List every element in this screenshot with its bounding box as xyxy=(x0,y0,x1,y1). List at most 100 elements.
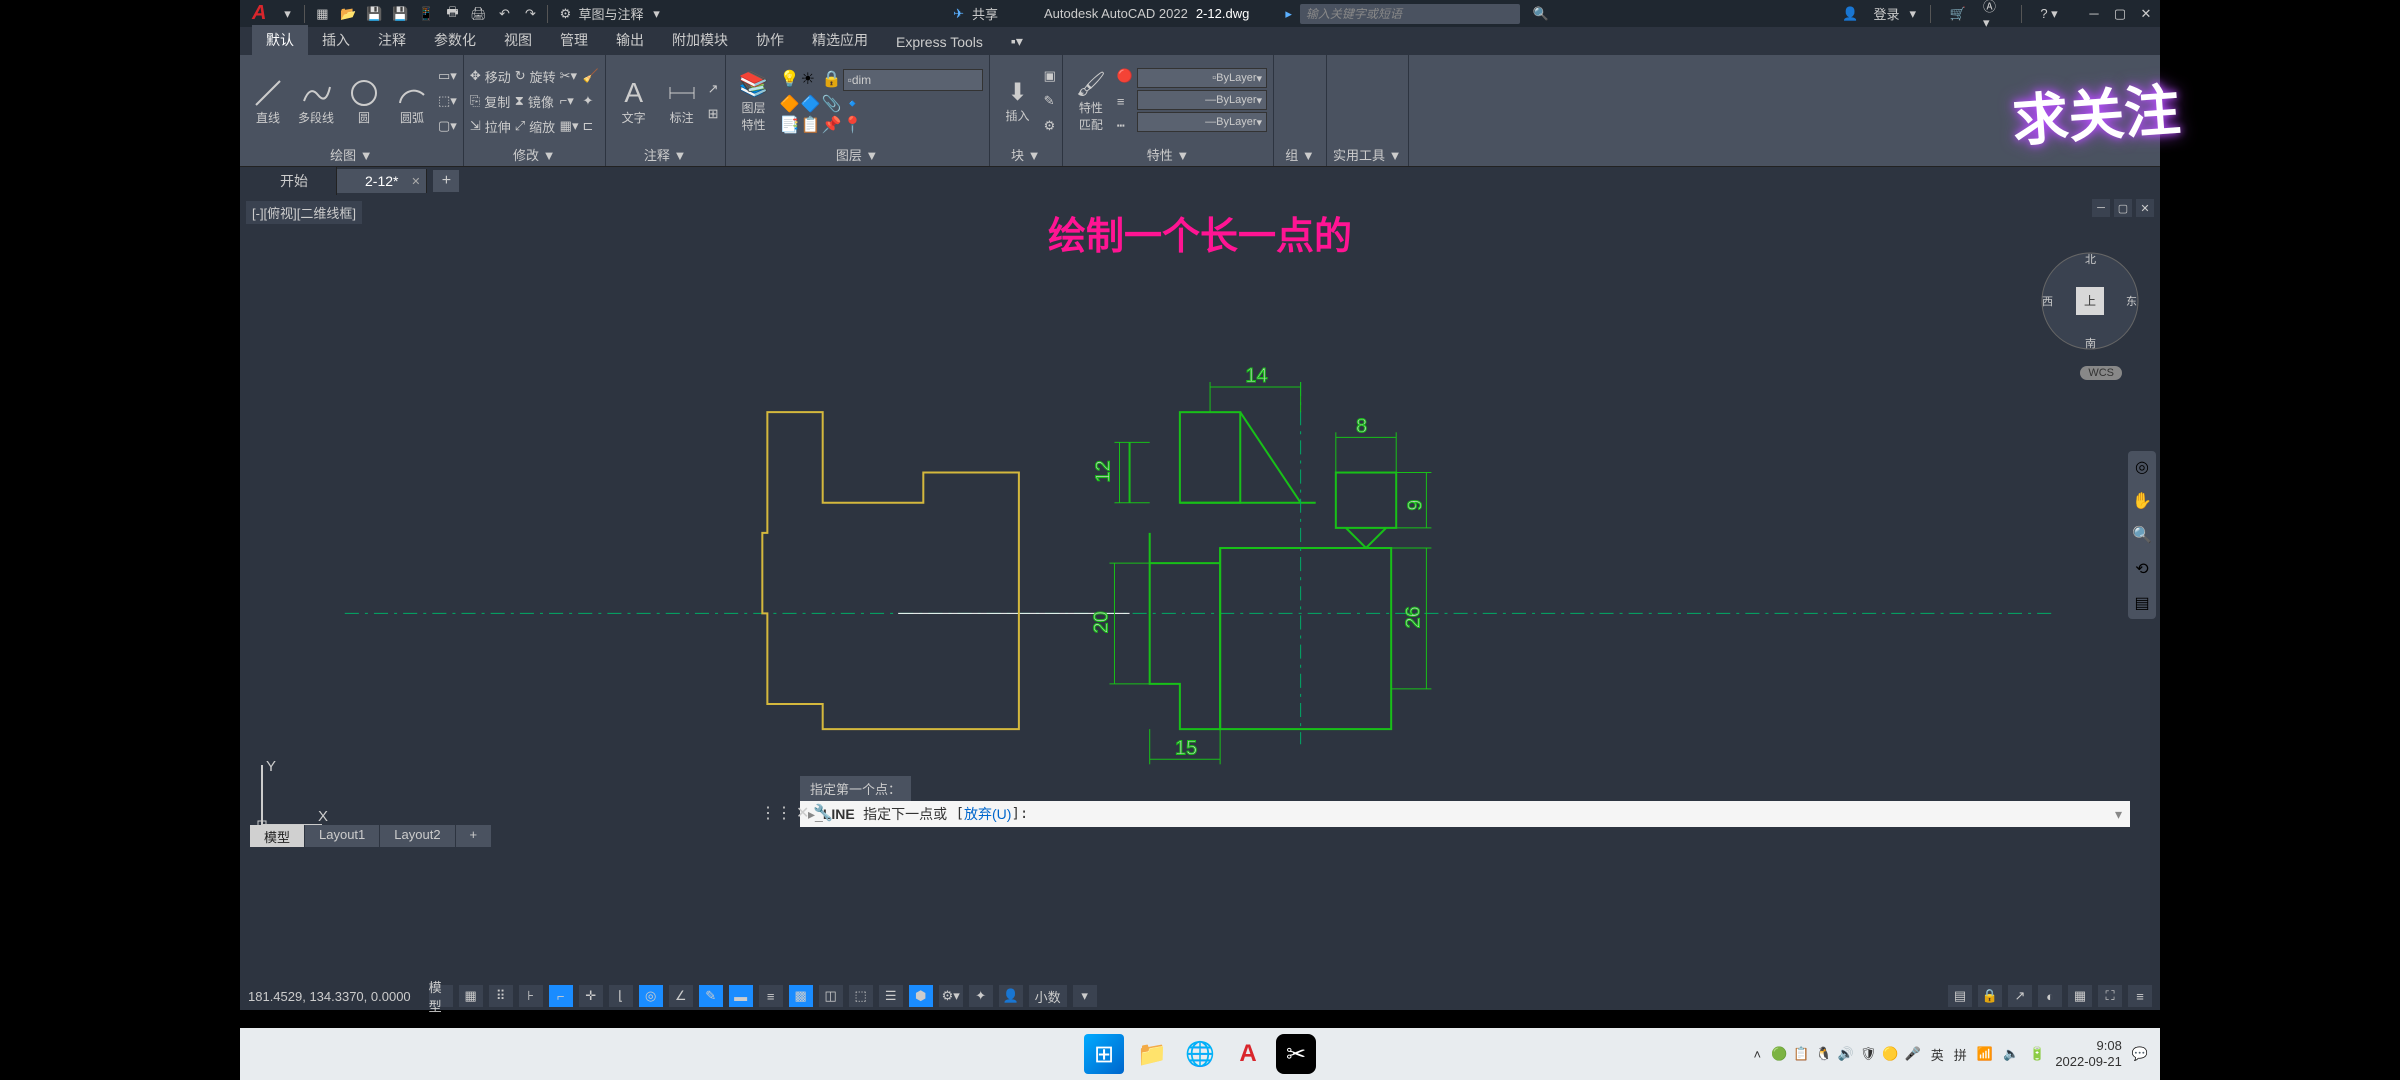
panel-label-util[interactable]: 实用工具 ▼ xyxy=(1333,143,1401,166)
erase-icon[interactable]: 🧹 xyxy=(582,65,598,87)
scale-button[interactable]: ⤢ 缩放 xyxy=(515,115,556,137)
lw-icon[interactable]: ▬ xyxy=(729,985,753,1007)
ribbon-tab-default[interactable]: 默认 xyxy=(252,25,308,55)
array-icon[interactable]: ▦▾ xyxy=(560,115,579,137)
nav-orbit-icon[interactable]: ⟲ xyxy=(2135,559,2148,579)
file-tab-close-icon[interactable]: ✕ xyxy=(411,175,420,188)
trim-icon[interactable]: ✂▾ xyxy=(560,65,579,87)
ribbon-tab-annotate[interactable]: 注释 xyxy=(364,25,420,55)
wifi-icon[interactable]: 📶 xyxy=(1977,1046,1993,1062)
ribbon-tab-collab[interactable]: 协作 xyxy=(742,25,798,55)
nav-zoom-icon[interactable]: 🔍 xyxy=(2132,525,2152,545)
workspace-dd-icon[interactable]: ▾ xyxy=(645,3,667,25)
workspace-icon[interactable]: ⚙ xyxy=(554,3,576,25)
help-icon[interactable]: ? ▾ xyxy=(2038,3,2060,25)
2d-icon[interactable]: ✎ xyxy=(699,985,723,1007)
ribbon-tab-manage[interactable]: 管理 xyxy=(546,25,602,55)
open-icon[interactable]: 📂 xyxy=(337,3,359,25)
minimize-button[interactable]: ─ xyxy=(2084,4,2104,24)
iso-icon[interactable]: ⌊ xyxy=(609,985,633,1007)
print-icon[interactable]: 🖨 xyxy=(467,3,489,25)
layer-freeze-icon[interactable]: ☀ xyxy=(801,69,819,87)
custom-icon[interactable]: ≡ xyxy=(2128,985,2152,1007)
panel-label-group[interactable]: 组 ▼ xyxy=(1280,143,1320,166)
save-icon[interactable]: 💾 xyxy=(363,3,385,25)
layer-dropdown[interactable]: ▫ dim xyxy=(843,69,983,91)
plot-icon[interactable]: 🖶 xyxy=(441,3,463,25)
saveas-icon[interactable]: 💾 xyxy=(389,3,411,25)
gizmo-icon[interactable]: ⬢ xyxy=(909,985,933,1007)
layout-tab-2[interactable]: Layout2 xyxy=(380,825,455,847)
nav-wheel-icon[interactable]: ◎ xyxy=(2135,457,2149,477)
viewcube[interactable]: 北 南 东 西 上 xyxy=(2040,251,2140,351)
color-icon[interactable]: 🔴 xyxy=(1117,65,1133,87)
line-button[interactable]: 直线 xyxy=(246,77,290,126)
trans-icon[interactable]: ≡ xyxy=(759,985,783,1007)
filter-icon[interactable]: ☰ xyxy=(879,985,903,1007)
tray-volume-icon[interactable]: 🔊 xyxy=(1838,1046,1854,1062)
rect-icon[interactable]: ▭▾ xyxy=(438,65,457,87)
stretch-button[interactable]: ⇲ 拉伸 xyxy=(470,115,511,137)
panel-label-layers[interactable]: 图层 ▼ xyxy=(732,143,983,166)
tray-icon2[interactable]: 📋 xyxy=(1793,1046,1809,1062)
tray-icon5[interactable]: 🛡 xyxy=(1860,1046,1877,1062)
tray-chevron-icon[interactable]: ˄ xyxy=(1753,1047,1761,1062)
lweight-dropdown[interactable]: — ByLayer ▾ xyxy=(1137,90,1267,110)
panel-label-annot[interactable]: 注释 ▼ xyxy=(612,143,719,166)
tray-mic-icon[interactable]: 🎤 xyxy=(1905,1046,1921,1062)
decimal-button[interactable]: 小数 xyxy=(1029,985,1067,1007)
block-icon3[interactable]: ⚙ xyxy=(1044,115,1056,137)
iso2-icon[interactable]: ↗ xyxy=(2008,985,2032,1007)
panel-label-draw[interactable]: 绘图 ▼ xyxy=(246,143,457,166)
speaker-icon[interactable]: 🔈 xyxy=(2003,1046,2019,1062)
autocad-taskbar-icon[interactable]: A xyxy=(1228,1034,1268,1074)
dropdown-icon[interactable]: ▾ xyxy=(276,3,298,25)
ribbon-tab-insert[interactable]: 插入 xyxy=(308,25,364,55)
file-tab-start[interactable]: 开始 xyxy=(252,167,337,195)
ribbon-tab-express[interactable]: Express Tools xyxy=(882,29,997,55)
layer-icon6[interactable]: 📋 xyxy=(801,115,819,133)
snap-icon[interactable]: ⠿ xyxy=(489,985,513,1007)
hatch-icon[interactable]: ⬚▾ xyxy=(438,90,457,112)
tray-icon1[interactable]: 🟢 xyxy=(1771,1046,1787,1062)
block-icon1[interactable]: ▣ xyxy=(1044,65,1056,87)
bound-icon[interactable]: ▢▾ xyxy=(438,115,457,137)
nav-pan-icon[interactable]: ✋ xyxy=(2132,491,2152,511)
table-icon[interactable]: ⊞ xyxy=(708,103,719,125)
maximize-button[interactable]: ▢ xyxy=(2110,4,2130,24)
scale-icon[interactable]: 👤 xyxy=(999,985,1023,1007)
ribbon-tab-addins[interactable]: 附加模块 xyxy=(658,25,742,55)
clean-icon[interactable]: ▦ xyxy=(2068,985,2092,1007)
panel-label-block[interactable]: 块 ▼ xyxy=(996,143,1056,166)
layer-lock-icon[interactable]: 🔒 xyxy=(822,69,840,87)
ribbon-tab-parametric[interactable]: 参数化 xyxy=(420,25,490,55)
layer-icon4[interactable]: 🔹 xyxy=(843,94,861,112)
dim-button[interactable]: 标注 xyxy=(660,77,704,126)
tray-icon3[interactable]: 🐧 xyxy=(1815,1046,1831,1062)
fillet-icon[interactable]: ⌐▾ xyxy=(560,90,579,112)
search-input[interactable]: 输入关键字或短语 xyxy=(1300,4,1520,24)
ribbon-tab-view[interactable]: 视图 xyxy=(490,25,546,55)
text-button[interactable]: A文字 xyxy=(612,77,656,126)
insert-button[interactable]: ⬇插入 xyxy=(996,78,1040,124)
share-button[interactable]: 共享 xyxy=(972,4,998,23)
undo-icon[interactable]: ↶ xyxy=(493,3,515,25)
command-input[interactable]: ▸_ LINE 指定下一点或 [放弃(U)]: ▾ xyxy=(800,801,2130,827)
explorer-icon[interactable]: 📁 xyxy=(1132,1034,1172,1074)
qp-icon[interactable]: ▤ xyxy=(1948,985,1972,1007)
layer-icon8[interactable]: 📍 xyxy=(843,115,861,133)
polar-icon[interactable]: ✛ xyxy=(579,985,603,1007)
cart-icon[interactable]: 🛒 xyxy=(1947,3,1969,25)
full-icon[interactable]: ⛶ xyxy=(2098,985,2122,1007)
layer-icon1[interactable]: 🔶 xyxy=(780,94,798,112)
cycle-icon[interactable]: ▩ xyxy=(789,985,813,1007)
polyline-button[interactable]: 多段线 xyxy=(294,77,338,126)
lweight-icon[interactable]: ≡ xyxy=(1117,90,1133,112)
nav-show-icon[interactable]: ▤ xyxy=(2134,593,2149,613)
workspace[interactable]: [-][俯视][二维线框] ─ ▢ ✕ 绘制一个长一点的 求关注 xyxy=(240,195,2160,875)
battery-icon[interactable]: 🔋 xyxy=(2029,1046,2045,1062)
search-icon[interactable]: 🔍 xyxy=(1530,3,1552,25)
matchprop-button[interactable]: 🖌特性 匹配 xyxy=(1069,70,1113,133)
cmd-config-icon[interactable]: 🔧 xyxy=(813,803,833,823)
layout-tab-model[interactable]: 模型 xyxy=(250,825,305,847)
